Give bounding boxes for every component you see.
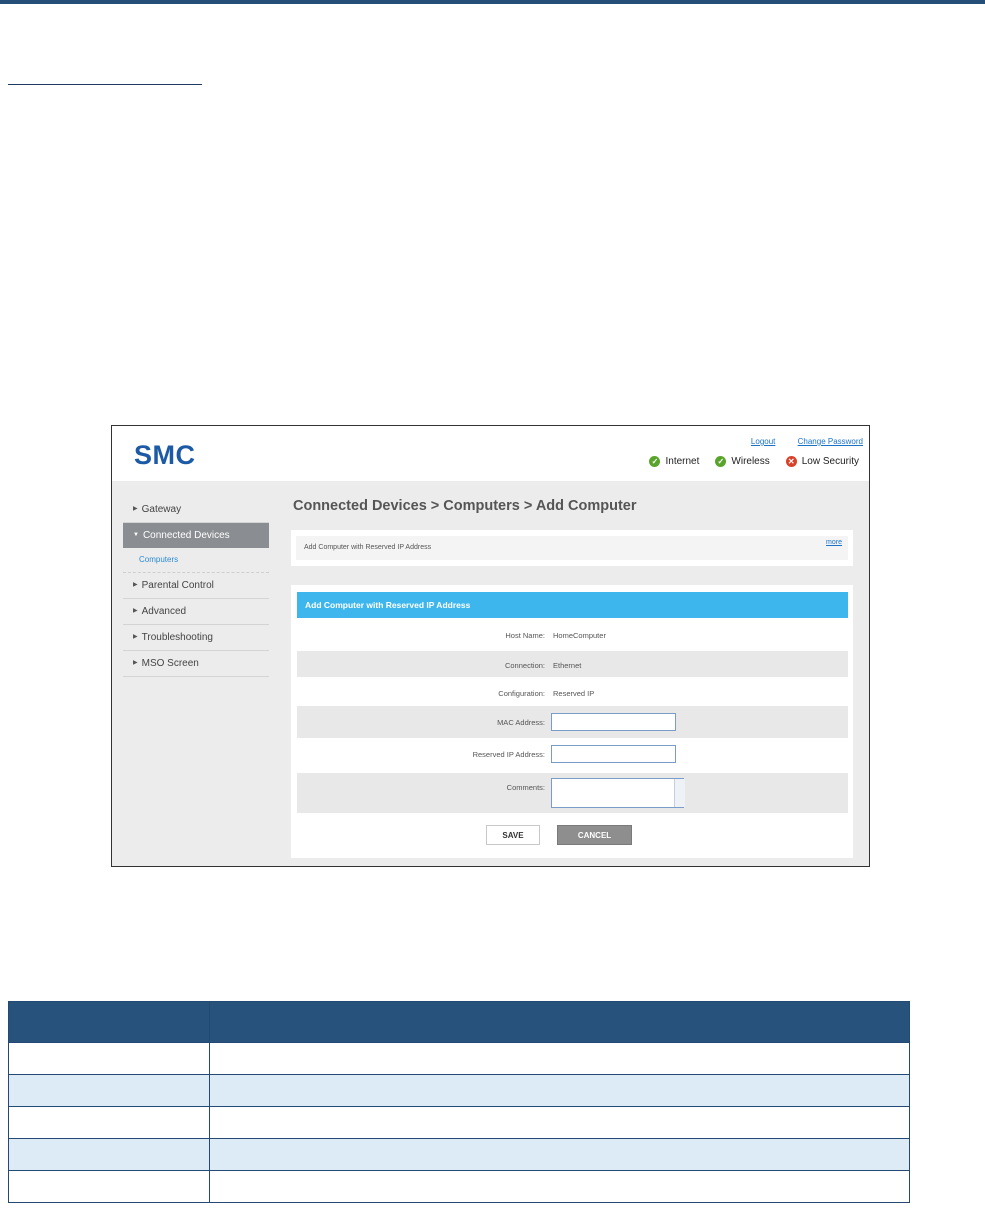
status-internet: ✓ Internet — [649, 456, 699, 467]
status-wireless: ✓ Wireless — [715, 456, 770, 467]
document-table — [8, 1001, 910, 1203]
sidebar-subitem-computers[interactable]: Computers — [123, 548, 269, 573]
table-header-cell — [209, 1001, 910, 1043]
sidebar-item-parental-control[interactable]: ▶ Parental Control — [123, 573, 269, 599]
add-computer-form: Add Computer with Reserved IP Address Ho… — [291, 585, 853, 858]
sidebar-item-label: Gateway — [141, 504, 182, 516]
table-cell — [209, 1138, 910, 1171]
section-heading-underline — [8, 84, 202, 85]
triangle-right-icon: ▶ — [133, 506, 138, 512]
check-circle-icon: ✓ — [649, 456, 661, 467]
host-name-row: Host Name: HomeComputer — [297, 621, 848, 647]
save-button[interactable]: SAVE — [486, 825, 540, 845]
table-header-row — [8, 1001, 910, 1043]
host-name-label: Host Name: — [505, 631, 545, 640]
table-row — [8, 1074, 910, 1107]
connection-row: Connection: Ethernet — [297, 651, 848, 677]
table-cell — [209, 1074, 910, 1107]
table-cell — [209, 1106, 910, 1139]
table-cell — [209, 1042, 910, 1075]
page-title: Connected Devices > Computers > Add Comp… — [293, 498, 637, 514]
configuration-row: Configuration: Reserved IP — [297, 679, 848, 705]
status-security: ✕ Low Security — [785, 456, 859, 467]
connection-value: Ethernet — [553, 661, 582, 670]
cancel-button[interactable]: CANCEL — [557, 825, 632, 845]
x-circle-icon: ✕ — [785, 456, 797, 467]
sidebar-item-label: Troubleshooting — [141, 632, 213, 644]
table-row — [8, 1042, 910, 1075]
check-circle-icon: ✓ — [715, 456, 727, 467]
sidebar-item-label: Advanced — [141, 606, 187, 618]
logout-link[interactable]: Logout — [751, 437, 775, 446]
status-indicators: ✓ Internet ✓ Wireless ✕ Low Security — [649, 456, 859, 467]
triangle-down-icon: ▼ — [133, 532, 139, 538]
mac-address-row: MAC Address: — [297, 706, 848, 738]
smc-logo: SMC — [134, 440, 196, 470]
sidebar-item-mso-screen[interactable]: ▶ MSO Screen — [123, 651, 269, 677]
sidebar-nav: ▶ Gateway ▼ Connected Devices Computers ▶ P… — [123, 497, 269, 677]
status-label: Internet — [665, 456, 700, 467]
textarea-scrollbar[interactable] — [674, 779, 685, 807]
info-box: Add Computer with Reserved IP Address mo… — [291, 530, 853, 566]
reserved-ip-label: Reserved IP Address: — [472, 750, 545, 759]
table-row — [8, 1106, 910, 1139]
host-name-value: HomeComputer — [553, 631, 606, 640]
status-label: Low Security — [801, 456, 859, 467]
triangle-right-icon: ▶ — [133, 582, 138, 588]
sidebar-item-label: Connected Devices — [142, 530, 230, 542]
table-cell — [8, 1042, 210, 1075]
configuration-label: Configuration: — [498, 689, 545, 698]
info-box-inner: Add Computer with Reserved IP Address mo… — [296, 536, 848, 560]
table-cell — [8, 1170, 210, 1203]
triangle-right-icon: ▶ — [133, 634, 138, 640]
sidebar-item-label: MSO Screen — [141, 658, 199, 670]
reserved-ip-input[interactable] — [551, 745, 676, 763]
sidebar-item-label: Parental Control — [141, 580, 214, 592]
table-cell — [8, 1074, 210, 1107]
sidebar-item-advanced[interactable]: ▶ Advanced — [123, 599, 269, 625]
change-password-link[interactable]: Change Password — [798, 437, 863, 446]
sidebar-item-connected-devices[interactable]: ▼ Connected Devices — [123, 523, 269, 548]
configuration-value: Reserved IP — [553, 689, 595, 698]
app-header: SMC Logout Change Password ✓ Internet ✓ … — [112, 426, 869, 481]
sidebar-item-troubleshooting[interactable]: ▶ Troubleshooting — [123, 625, 269, 651]
comments-textarea[interactable] — [551, 778, 684, 808]
reserved-ip-row: Reserved IP Address: — [297, 740, 848, 772]
status-label: Wireless — [731, 456, 770, 467]
table-cell — [8, 1106, 210, 1139]
form-title: Add Computer with Reserved IP Address — [297, 592, 848, 618]
mac-address-input[interactable] — [551, 713, 676, 731]
page-top-rule — [0, 0, 985, 4]
router-ui-screenshot: SMC Logout Change Password ✓ Internet ✓ … — [111, 425, 870, 867]
table-row — [8, 1138, 910, 1171]
comments-row: Comments: — [297, 773, 848, 813]
triangle-right-icon: ▶ — [133, 608, 138, 614]
table-cell — [8, 1138, 210, 1171]
comments-label: Comments: — [506, 783, 545, 792]
sidebar-item-gateway[interactable]: ▶ Gateway — [123, 497, 269, 523]
mac-address-label: MAC Address: — [497, 718, 545, 727]
table-header-cell — [8, 1001, 210, 1043]
info-text: Add Computer with Reserved IP Address — [304, 544, 432, 551]
top-links: Logout Change Password — [731, 437, 863, 446]
more-link[interactable]: more — [826, 539, 842, 546]
table-row — [8, 1170, 910, 1203]
table-cell — [209, 1170, 910, 1203]
triangle-right-icon: ▶ — [133, 660, 138, 666]
connection-label: Connection: — [504, 661, 545, 670]
